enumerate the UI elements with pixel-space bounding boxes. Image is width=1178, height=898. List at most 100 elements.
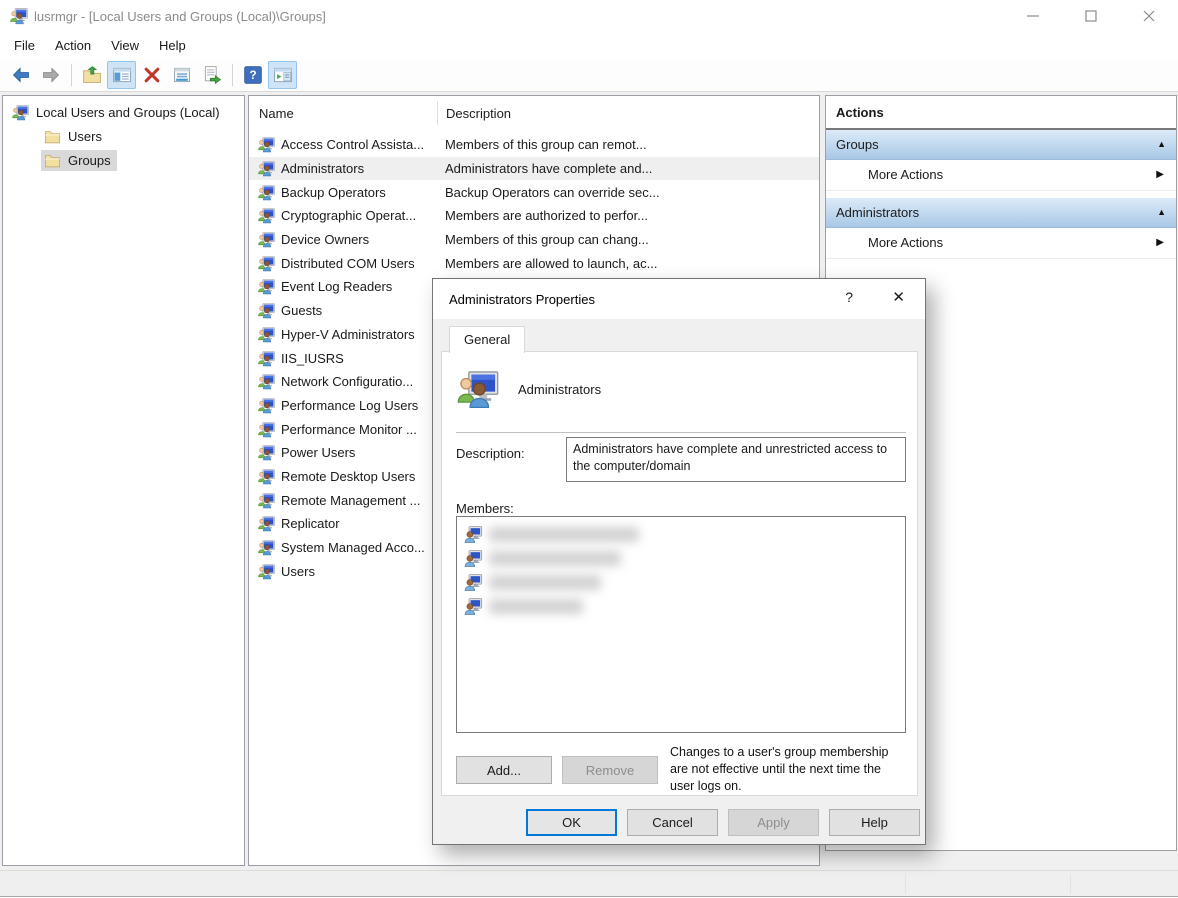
menu-view[interactable]: View [101, 34, 149, 57]
actions-header-groups[interactable]: Groups ▲ [826, 130, 1176, 160]
tab-general[interactable]: General [449, 326, 526, 353]
group-icon [257, 278, 276, 295]
group-icon [257, 563, 276, 580]
tree-item-label: Users [68, 128, 102, 144]
tree-root[interactable]: Local Users and Groups (Local) [3, 100, 244, 124]
remove-button: Remove [562, 756, 658, 784]
group-name-cell: Power Users [281, 445, 356, 461]
group-icon [257, 444, 276, 461]
collapse-icon[interactable]: ▲ [1157, 198, 1166, 227]
member-item[interactable] [457, 522, 905, 546]
tree-items: Users Groups [3, 124, 244, 172]
table-row[interactable]: Backup Operators Backup Operators can ove… [249, 180, 819, 204]
tree-item-label: Groups [68, 152, 111, 168]
forward-icon [36, 61, 65, 89]
member-user-icon [463, 525, 483, 544]
group-name-cell: Administrators [281, 161, 365, 177]
group-name: Administrators [518, 382, 602, 397]
cancel-button[interactable]: Cancel [627, 809, 718, 836]
group-name-cell: Remote Management ... [281, 492, 421, 508]
group-name-cell: Access Control Assista... [281, 137, 425, 153]
actions-header-label: Administrators [836, 205, 920, 220]
show-action-pane-icon[interactable] [268, 61, 297, 89]
column-separator[interactable] [437, 101, 438, 125]
dialog-help-icon[interactable]: ? [845, 289, 853, 305]
members-label: Members: [456, 501, 514, 516]
statusbar [0, 870, 1178, 897]
svg-text:?: ? [249, 69, 256, 82]
tree-item-groups[interactable]: Groups [3, 148, 244, 172]
submenu-arrow-icon: ▶ [1156, 169, 1164, 180]
back-icon[interactable] [6, 61, 35, 89]
group-description-cell: Administrators have complete and... [445, 161, 653, 177]
group-icon [257, 160, 276, 177]
group-icon [257, 492, 276, 509]
menu-help[interactable]: Help [149, 34, 196, 57]
member-item[interactable] [457, 594, 905, 618]
actions-panel-title: Actions [826, 96, 1176, 130]
group-description-cell: Members of this group can remot... [445, 137, 647, 153]
properties-icon[interactable] [167, 61, 196, 89]
administrators-properties-dialog: Administrators Properties ? ✕ General Ad… [432, 278, 926, 845]
delete-icon[interactable] [137, 61, 166, 89]
group-name-cell: Performance Monitor ... [281, 421, 417, 437]
minimize-button[interactable] [1004, 0, 1062, 32]
group-name-cell: Replicator [281, 516, 340, 532]
ok-button[interactable]: OK [526, 809, 617, 836]
actions-header-administrators[interactable]: Administrators ▲ [826, 198, 1176, 228]
group-icon [257, 136, 276, 153]
menu-file[interactable]: File [4, 34, 45, 57]
collapse-icon[interactable]: ▲ [1157, 130, 1166, 159]
group-name-cell: Performance Log Users [281, 397, 419, 413]
member-item[interactable] [457, 570, 905, 594]
table-row[interactable]: Cryptographic Operat... Members are autho… [249, 204, 819, 228]
dialog-titlebar: Administrators Properties ? ✕ [433, 279, 925, 319]
membership-note: Changes to a user's group membership are… [670, 745, 889, 793]
actions-section-groups: Groups ▲ More Actions ▶ [826, 130, 1176, 191]
list-header: Name Description [249, 96, 819, 131]
group-name-cell: Cryptographic Operat... [281, 208, 417, 224]
description-field[interactable]: Administrators have complete and unrestr… [566, 437, 906, 482]
more-actions-item[interactable]: More Actions ▶ [826, 160, 1176, 191]
maximize-button[interactable] [1062, 0, 1120, 32]
group-icon [257, 207, 276, 224]
close-button[interactable] [1120, 0, 1178, 32]
up-one-level-icon[interactable] [77, 61, 106, 89]
dialog-close-icon[interactable]: ✕ [892, 288, 905, 306]
more-actions-item[interactable]: More Actions ▶ [826, 228, 1176, 259]
members-list[interactable] [456, 516, 906, 733]
group-name-cell: Device Owners [281, 232, 370, 248]
group-name-cell: Event Log Readers [281, 279, 393, 295]
table-row[interactable]: Distributed COM Users Members are allowed… [249, 251, 819, 275]
group-icon [257, 468, 276, 485]
group-name-cell: IIS_IUSRS [281, 350, 344, 366]
group-icon [257, 421, 276, 438]
window-controls [1004, 0, 1178, 32]
group-icon [257, 373, 276, 390]
group-icon [257, 539, 276, 556]
menu-action[interactable]: Action [45, 34, 101, 57]
member-item[interactable] [457, 546, 905, 570]
column-header-name[interactable]: Name [259, 106, 294, 121]
export-list-icon[interactable] [197, 61, 226, 89]
add-button[interactable]: Add... [456, 756, 552, 784]
redacted-member-name [489, 526, 639, 542]
more-actions-label: More Actions [868, 167, 944, 182]
actions-header-label: Groups [836, 137, 879, 152]
tree-item-users[interactable]: Users [3, 124, 244, 148]
group-icon [257, 397, 276, 414]
column-header-description[interactable]: Description [446, 106, 511, 121]
menubar: File Action View Help [0, 32, 1178, 59]
help-button[interactable]: Help [829, 809, 920, 836]
show-console-tree-icon[interactable] [107, 61, 136, 89]
group-icon [257, 326, 276, 343]
table-row[interactable]: Access Control Assista... Members of this… [249, 133, 819, 157]
table-row[interactable]: Device Owners Members of this group can c… [249, 228, 819, 252]
table-row[interactable]: Administrators Administrators have comple… [249, 156, 819, 181]
member-user-icon [463, 549, 483, 568]
statusbar-separator [1070, 875, 1071, 894]
help-icon[interactable]: ? [238, 61, 267, 89]
group-icon [257, 231, 276, 248]
tree-root-label: Local Users and Groups (Local) [36, 104, 220, 120]
console-tree-panel: Local Users and Groups (Local) Users Grou… [2, 95, 245, 866]
